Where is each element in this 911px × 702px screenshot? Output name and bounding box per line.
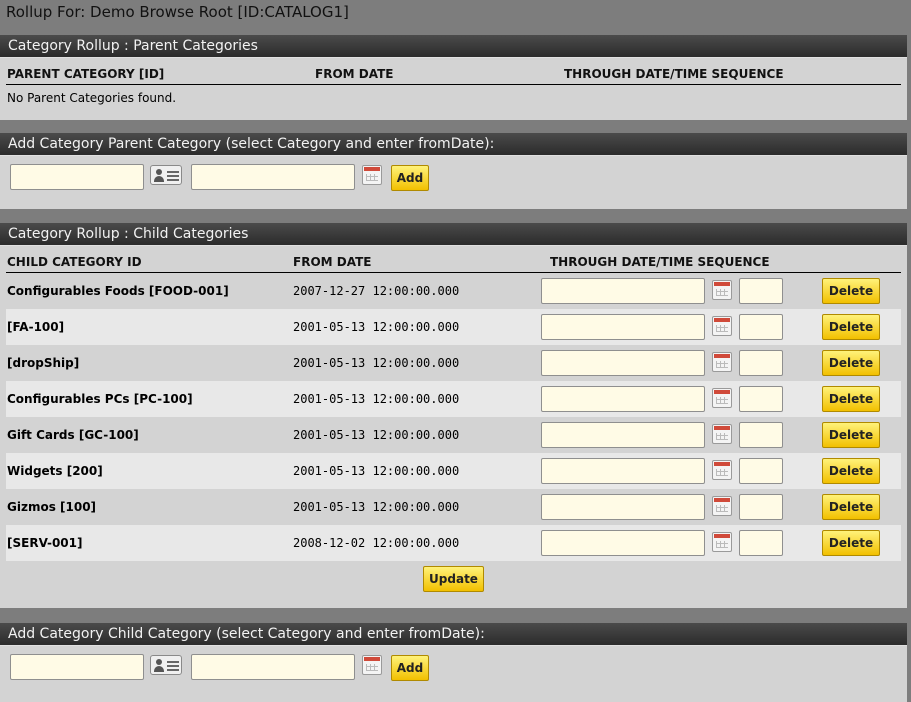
lookup-card-icon[interactable] <box>150 655 182 675</box>
col-through-date: THROUGH DATE/TIME SEQUENCE <box>564 67 784 81</box>
lookup-card-icon[interactable] <box>150 165 182 185</box>
delete-button[interactable]: Delete <box>822 314 880 340</box>
child-category-name[interactable]: Gizmos [100] <box>7 500 96 514</box>
calendar-icon[interactable] <box>712 532 732 552</box>
from-date-value: 2001-05-13 12:00:00.000 <box>293 356 460 370</box>
calendar-icon[interactable] <box>362 655 382 675</box>
col-from-date: FROM DATE <box>315 67 394 81</box>
delete-button[interactable]: Delete <box>822 350 880 376</box>
child-category-name[interactable]: Configurables PCs [PC-100] <box>7 392 193 406</box>
from-date-value: 2001-05-13 12:00:00.000 <box>293 464 460 478</box>
delete-button[interactable]: Delete <box>822 530 880 556</box>
add-child-button[interactable]: Add <box>391 655 429 681</box>
update-button[interactable]: Update <box>423 566 484 592</box>
from-date-value: 2001-05-13 12:00:00.000 <box>293 320 460 334</box>
calendar-icon[interactable] <box>712 352 732 372</box>
add-parent-title: Add Category Parent Category (select Cat… <box>0 133 907 156</box>
sequence-input[interactable] <box>739 350 783 376</box>
add-parent-button[interactable]: Add <box>391 165 429 191</box>
col-parent-category: PARENT CATEGORY [ID] <box>7 67 165 81</box>
child-table-header: CHILD CATEGORY ID FROM DATE THROUGH DATE… <box>6 249 901 273</box>
delete-button[interactable]: Delete <box>822 278 880 304</box>
sequence-input[interactable] <box>739 494 783 520</box>
child-categories-title: Category Rollup : Child Categories <box>0 223 907 246</box>
child-category-name[interactable]: [dropShip] <box>7 356 79 370</box>
update-row: Update <box>0 561 907 601</box>
calendar-icon[interactable] <box>712 496 732 516</box>
through-date-input[interactable] <box>541 314 705 340</box>
parent-table-header: PARENT CATEGORY [ID] FROM DATE THROUGH D… <box>6 61 901 85</box>
parent-from-date-input[interactable] <box>191 164 355 190</box>
delete-button[interactable]: Delete <box>822 386 880 412</box>
table-row: Gift Cards [GC-100] 2001-05-13 12:00:00.… <box>6 417 901 453</box>
table-row: Configurables PCs [PC-100] 2001-05-13 12… <box>6 381 901 417</box>
col-through-date: THROUGH DATE/TIME SEQUENCE <box>550 255 770 269</box>
child-category-input[interactable] <box>10 654 144 680</box>
from-date-value: 2001-05-13 12:00:00.000 <box>293 392 460 406</box>
sequence-input[interactable] <box>739 422 783 448</box>
delete-button[interactable]: Delete <box>822 458 880 484</box>
child-categories-panel: Category Rollup : Child Categories CHILD… <box>0 223 907 608</box>
calendar-icon[interactable] <box>712 460 732 480</box>
calendar-icon[interactable] <box>362 165 382 185</box>
through-date-input[interactable] <box>541 458 705 484</box>
empty-message: No Parent Categories found. <box>7 91 177 105</box>
table-row: [FA-100] 2001-05-13 12:00:00.000 Delete <box>6 309 901 345</box>
add-parent-panel: Add Category Parent Category (select Cat… <box>0 133 907 209</box>
child-category-name[interactable]: Gift Cards [GC-100] <box>7 428 139 442</box>
through-date-input[interactable] <box>541 494 705 520</box>
through-date-input[interactable] <box>541 422 705 448</box>
child-category-name[interactable]: [SERV-001] <box>7 536 83 550</box>
sequence-input[interactable] <box>739 386 783 412</box>
col-from-date: FROM DATE <box>293 255 372 269</box>
through-date-input[interactable] <box>541 278 705 304</box>
add-child-panel: Add Category Child Category (select Cate… <box>0 623 907 702</box>
sequence-input[interactable] <box>739 278 783 304</box>
child-category-name[interactable]: [FA-100] <box>7 320 64 334</box>
table-row: [dropShip] 2001-05-13 12:00:00.000 Delet… <box>6 345 901 381</box>
delete-button[interactable]: Delete <box>822 494 880 520</box>
calendar-icon[interactable] <box>712 316 732 336</box>
through-date-input[interactable] <box>541 530 705 556</box>
through-date-input[interactable] <box>541 350 705 376</box>
from-date-value: 2001-05-13 12:00:00.000 <box>293 428 460 442</box>
calendar-icon[interactable] <box>712 280 732 300</box>
from-date-value: 2001-05-13 12:00:00.000 <box>293 500 460 514</box>
table-row: Configurables Foods [FOOD-001] 2007-12-2… <box>6 273 901 309</box>
child-from-date-input[interactable] <box>191 654 355 680</box>
sequence-input[interactable] <box>739 530 783 556</box>
calendar-icon[interactable] <box>712 424 732 444</box>
table-row: Widgets [200] 2001-05-13 12:00:00.000 De… <box>6 453 901 489</box>
from-date-value: 2008-12-02 12:00:00.000 <box>293 536 460 550</box>
calendar-icon[interactable] <box>712 388 732 408</box>
page-title: Rollup For: Demo Browse Root [ID:CATALOG… <box>6 3 349 21</box>
parent-categories-title: Category Rollup : Parent Categories <box>0 35 907 58</box>
from-date-value: 2007-12-27 12:00:00.000 <box>293 284 460 298</box>
child-category-name[interactable]: Widgets [200] <box>7 464 103 478</box>
add-child-title: Add Category Child Category (select Cate… <box>0 623 907 646</box>
col-child-category: CHILD CATEGORY ID <box>7 255 142 269</box>
table-row: Gizmos [100] 2001-05-13 12:00:00.000 Del… <box>6 489 901 525</box>
parent-category-input[interactable] <box>10 164 144 190</box>
delete-button[interactable]: Delete <box>822 422 880 448</box>
child-category-name[interactable]: Configurables Foods [FOOD-001] <box>7 284 229 298</box>
sequence-input[interactable] <box>739 458 783 484</box>
sequence-input[interactable] <box>739 314 783 340</box>
through-date-input[interactable] <box>541 386 705 412</box>
table-row: [SERV-001] 2008-12-02 12:00:00.000 Delet… <box>6 525 901 561</box>
parent-categories-panel: Category Rollup : Parent Categories PARE… <box>0 35 907 120</box>
